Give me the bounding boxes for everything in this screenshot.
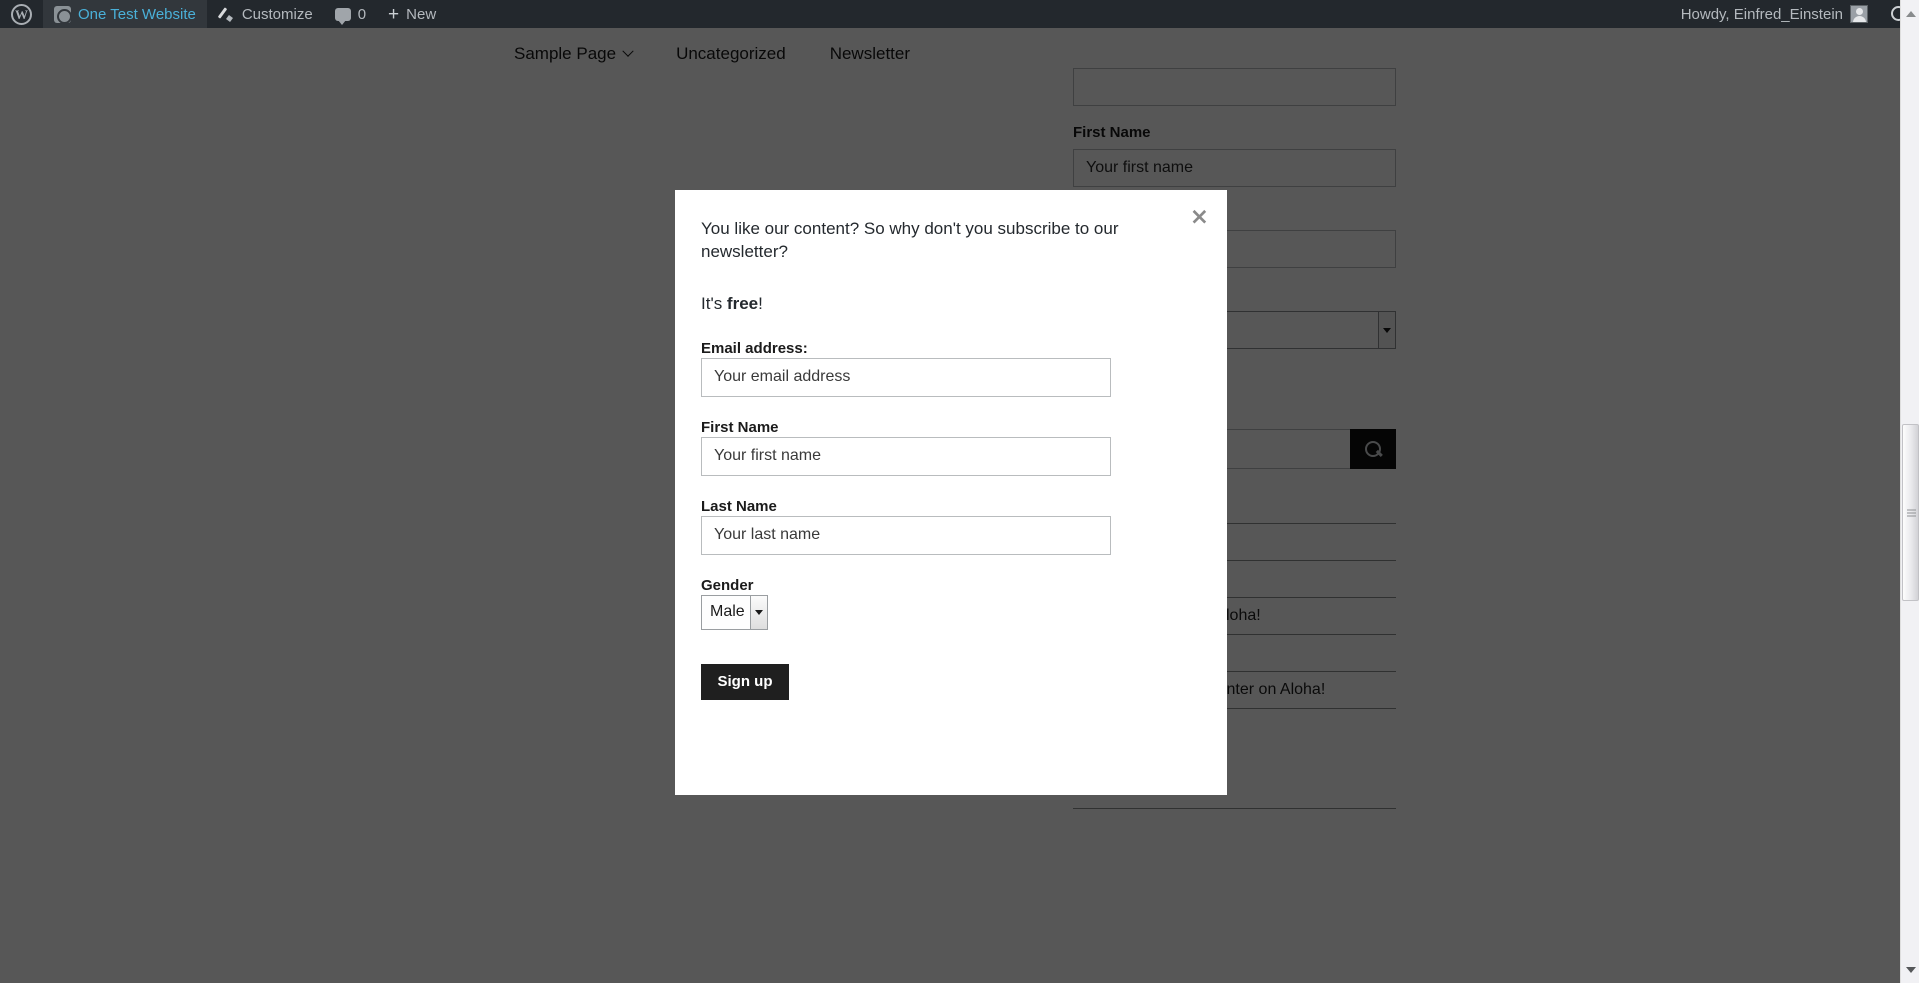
modal-heading: You like our content? So why don't you s… <box>701 219 1119 261</box>
last-name-field[interactable] <box>701 515 1111 555</box>
adminbar-spacer <box>447 0 1670 28</box>
adminbar-new-item[interactable]: + New <box>377 0 447 28</box>
adminbar-howdy-label: Howdy, Einfred_Einstein <box>1680 5 1843 23</box>
chevron-down-icon <box>750 595 767 629</box>
adminbar-site-name-item[interactable]: One Test Website <box>43 0 207 28</box>
scroll-up-arrow-icon[interactable] <box>1901 4 1919 23</box>
site-icon <box>54 5 72 24</box>
adminbar-wp-logo-item[interactable] <box>0 0 43 28</box>
gender-selected-value: Male <box>710 603 745 621</box>
gender-label: Gender <box>701 576 754 594</box>
adminbar-comments-item[interactable]: 0 <box>324 0 377 28</box>
modal-free-prefix: It's <box>701 293 727 313</box>
adminbar-right-group: Howdy, Einfred_Einstein <box>1670 0 1919 28</box>
modal-free-suffix: ! <box>758 293 763 313</box>
wordpress-logo-icon <box>11 3 32 25</box>
first-name-field[interactable] <box>701 436 1111 476</box>
page-root: One Test Website Customize 0 + New Howdy… <box>0 0 1919 983</box>
comment-bubble-icon <box>334 7 351 25</box>
adminbar-new-label: New <box>406 5 437 23</box>
modal-subheading: It's free! <box>701 294 1193 314</box>
gender-select[interactable]: Male <box>701 594 768 630</box>
newsletter-signup-modal: × You like our content? So why don't you… <box>675 190 1227 795</box>
adminbar-customize-label: Customize <box>241 5 313 23</box>
plus-icon: + <box>388 3 400 25</box>
first-name-label: First Name <box>701 418 779 436</box>
adminbar-site-name-label: One Test Website <box>78 5 196 23</box>
email-label: Email address: <box>701 339 808 357</box>
signup-button[interactable]: Sign up <box>701 663 789 700</box>
scroll-down-arrow-icon[interactable] <box>1901 960 1919 979</box>
modal-free-strong: free <box>726 293 759 313</box>
adminbar-customize-item[interactable]: Customize <box>207 0 324 28</box>
scrollbar-thumb[interactable] <box>1902 424 1919 601</box>
wp-admin-bar: One Test Website Customize 0 + New Howdy… <box>0 0 1919 28</box>
page-scrollbar[interactable] <box>1900 0 1919 983</box>
last-name-label: Last Name <box>701 497 777 515</box>
paintbrush-icon <box>218 6 235 23</box>
avatar <box>1850 5 1868 23</box>
close-icon[interactable]: × <box>1190 206 1209 229</box>
adminbar-my-account-item[interactable]: Howdy, Einfred_Einstein <box>1670 0 1879 28</box>
email-field[interactable] <box>701 357 1111 397</box>
scrollbar-grip-icon <box>1907 509 1916 516</box>
adminbar-comments-count: 0 <box>357 5 367 23</box>
